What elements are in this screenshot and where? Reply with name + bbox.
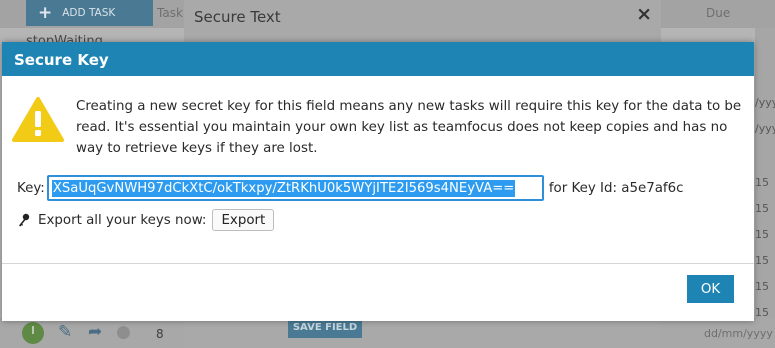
add-task-label: ADD TASK [62, 7, 116, 19]
due-cell: 15 [755, 176, 769, 189]
due-cell: /yyy [755, 96, 775, 109]
due-cell: 15 [755, 228, 769, 241]
warning-triangle-icon [12, 97, 64, 142]
comment-count: 8 [156, 327, 164, 341]
key-value: XSaUqGvNWH97dCkXtC/okTkxpy/ZtRKhU0k5WYjI… [51, 179, 516, 197]
plus-icon: + [38, 3, 53, 23]
export-button[interactable]: Export [212, 209, 275, 231]
modal-title: Secure Key [14, 51, 109, 69]
modal-divider [2, 263, 754, 264]
due-cell: 15 [755, 202, 769, 215]
task-column-header: Task [157, 6, 183, 20]
secure-key-modal: Secure Key Creating a new secret key for… [2, 42, 754, 321]
export-row: Export all your keys now: Export [18, 209, 275, 231]
add-task-button[interactable]: + ADD TASK [26, 0, 153, 26]
key-input[interactable]: XSaUqGvNWH97dCkXtC/okTkxpy/ZtRKhU0k5WYjI… [46, 175, 544, 201]
due-cell: 15 [755, 254, 769, 267]
due-cell: 15 [755, 280, 769, 293]
secure-text-title: Secure Text [194, 8, 281, 26]
clock-icon[interactable] [22, 322, 44, 344]
key-label: Key: [17, 180, 45, 196]
date-field[interactable]: dd/mm/yyyy [704, 327, 773, 340]
key-icon [19, 213, 30, 227]
warning-message: Creating a new secret key for this field… [76, 99, 742, 156]
export-label: Export all your keys now: [38, 212, 207, 228]
key-row: Key: XSaUqGvNWH97dCkXtC/okTkxpy/ZtRKhU0k… [17, 175, 684, 201]
share-icon[interactable]: ➦ [88, 322, 102, 342]
close-icon[interactable]: × [636, 3, 652, 25]
modal-header: Secure Key [2, 42, 754, 76]
due-cell: /yyy [755, 122, 775, 135]
comment-icon[interactable]: ● [116, 322, 131, 342]
due-column-header: Due [706, 6, 731, 20]
key-id-label: for Key Id: a5e7af6c [548, 180, 684, 196]
edit-icon[interactable]: ✎ [58, 322, 72, 342]
ok-button[interactable]: OK [687, 275, 734, 303]
